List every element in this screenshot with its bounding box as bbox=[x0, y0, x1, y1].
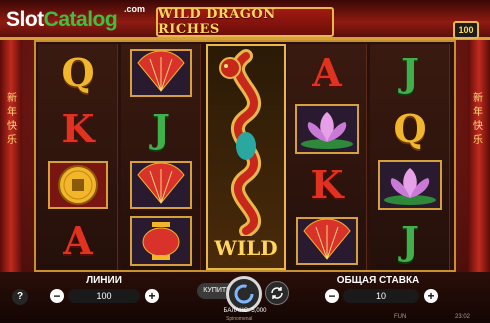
fan-icon-graphic bbox=[296, 217, 358, 265]
symbol-letter: A bbox=[312, 50, 342, 95]
symbol-q: Q bbox=[40, 46, 116, 100]
symbol-q: Q bbox=[372, 102, 448, 156]
watermark-part-2: Catalog bbox=[43, 8, 118, 31]
bet-level-badge: 100 bbox=[453, 21, 479, 39]
fan-icon-graphic bbox=[130, 49, 192, 97]
gold-coin-icon bbox=[40, 158, 116, 212]
help-button[interactable]: ? bbox=[12, 289, 28, 305]
right-side-banner-text: 新年快乐 bbox=[473, 93, 483, 146]
symbol-j: J bbox=[372, 46, 448, 100]
symbol-letter: K bbox=[61, 106, 95, 151]
reel-5: J Q J bbox=[370, 44, 450, 270]
symbol-j: J bbox=[372, 214, 448, 268]
wild-label: WILD bbox=[214, 236, 278, 260]
reel-2: J bbox=[121, 44, 201, 270]
provider-logo: Spinomenal bbox=[226, 316, 253, 322]
lotus-icon-graphic bbox=[378, 160, 442, 210]
expanded-wild-reel: WILD bbox=[206, 44, 286, 270]
reel-grid: Q K A J WILD A K J Q J bbox=[34, 40, 456, 272]
watermark-part-1: Slot bbox=[6, 8, 44, 31]
right-pillar bbox=[468, 40, 490, 280]
lines-minus-button[interactable]: − bbox=[50, 289, 64, 303]
symbol-letter: J bbox=[401, 218, 419, 263]
symbol-k: K bbox=[40, 102, 116, 156]
lantern-icon-graphic bbox=[130, 216, 192, 266]
balance-display: БАЛАНС: 5,000 bbox=[223, 308, 267, 314]
lotus-icon-graphic bbox=[295, 104, 359, 154]
stake-value: 10 bbox=[343, 289, 419, 303]
watermark-suffix: .com bbox=[124, 4, 146, 14]
symbol-letter: A bbox=[63, 218, 93, 263]
spin-icon bbox=[234, 284, 254, 304]
symbol-j: J bbox=[123, 102, 199, 156]
dragon-icon bbox=[219, 49, 261, 238]
symbol-k: K bbox=[289, 158, 365, 212]
left-side-banner-text: 新年快乐 bbox=[7, 93, 17, 146]
autoplay-icon bbox=[271, 287, 283, 299]
stake-plus-button[interactable]: + bbox=[424, 289, 438, 303]
symbol-letter: Q bbox=[393, 106, 427, 151]
reel-4: A K bbox=[287, 44, 367, 270]
game-title: WILD DRAGON RICHES bbox=[156, 7, 334, 37]
lines-label: ЛИНИИ bbox=[86, 275, 122, 286]
symbol-a: A bbox=[40, 214, 116, 268]
symbol-letter: Q bbox=[61, 50, 95, 95]
fan-icon bbox=[123, 158, 199, 212]
total-stake-label: ОБЩАЯ СТАВКА bbox=[336, 275, 420, 286]
symbol-letter: K bbox=[310, 162, 344, 207]
lantern-icon bbox=[123, 214, 199, 268]
watermark-logo: SlotCatalog bbox=[6, 8, 118, 32]
lotus-icon bbox=[289, 102, 365, 156]
fan-icon-graphic bbox=[130, 161, 192, 209]
left-pillar bbox=[0, 40, 22, 280]
stake-minus-button[interactable]: − bbox=[325, 289, 339, 303]
fun-mode-label: FUN bbox=[394, 314, 407, 320]
symbol-letter: J bbox=[401, 50, 419, 95]
fan-icon bbox=[289, 214, 365, 268]
gold-coin-icon-graphic bbox=[48, 161, 108, 209]
symbol-letter: J bbox=[152, 106, 170, 151]
fan-icon bbox=[123, 46, 199, 100]
lotus-icon bbox=[372, 158, 448, 212]
lines-value: 100 bbox=[68, 289, 140, 303]
reel-1: Q K A bbox=[38, 44, 118, 270]
lines-plus-button[interactable]: + bbox=[145, 289, 159, 303]
autoplay-button[interactable] bbox=[265, 281, 289, 305]
spin-button[interactable] bbox=[226, 276, 262, 312]
game-scene: 新年快乐 新年快乐 SlotCatalog .com WILD DRAGON R… bbox=[0, 0, 490, 323]
clock: 23:02 bbox=[455, 314, 471, 320]
symbol-a: A bbox=[289, 46, 365, 100]
